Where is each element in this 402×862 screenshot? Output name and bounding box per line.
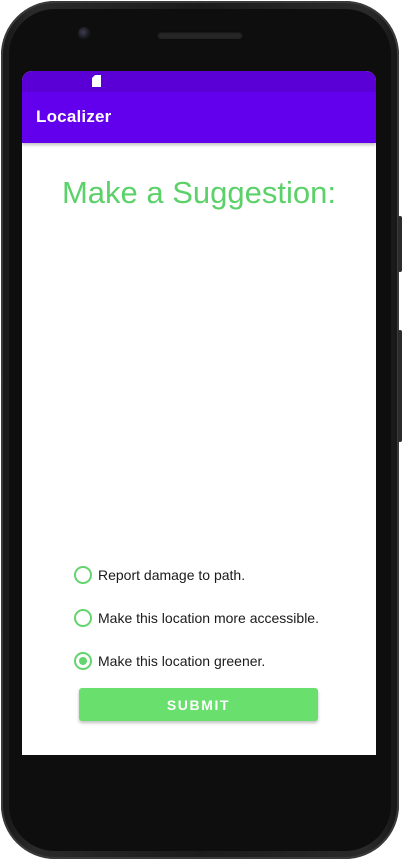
status-bar bbox=[22, 71, 376, 92]
app-bar: Localizer bbox=[22, 92, 376, 143]
submit-button[interactable]: SUBMIT bbox=[79, 688, 318, 721]
app-screen: Localizer Make a Suggestion: Report dama… bbox=[22, 71, 376, 755]
radio-label[interactable]: Make this location greener. bbox=[98, 653, 265, 669]
camera-icon bbox=[78, 27, 91, 40]
radio-option-report-damage[interactable]: Report damage to path. bbox=[74, 564, 245, 586]
radio-option-greener[interactable]: Make this location greener. bbox=[74, 650, 265, 672]
radio-button-checked-icon[interactable] bbox=[74, 652, 92, 670]
app-title: Localizer bbox=[36, 107, 112, 126]
radio-button-icon[interactable] bbox=[74, 566, 92, 584]
speaker-icon bbox=[157, 31, 243, 39]
radio-option-more-accessible[interactable]: Make this location more accessible. bbox=[74, 607, 319, 629]
radio-label[interactable]: Report damage to path. bbox=[98, 567, 245, 583]
radio-button-icon[interactable] bbox=[74, 609, 92, 627]
radio-label[interactable]: Make this location more accessible. bbox=[98, 610, 319, 626]
sd-card-icon bbox=[92, 75, 101, 87]
page-heading: Make a Suggestion: bbox=[61, 175, 336, 210]
volume-button bbox=[398, 216, 402, 272]
power-button bbox=[398, 330, 402, 442]
